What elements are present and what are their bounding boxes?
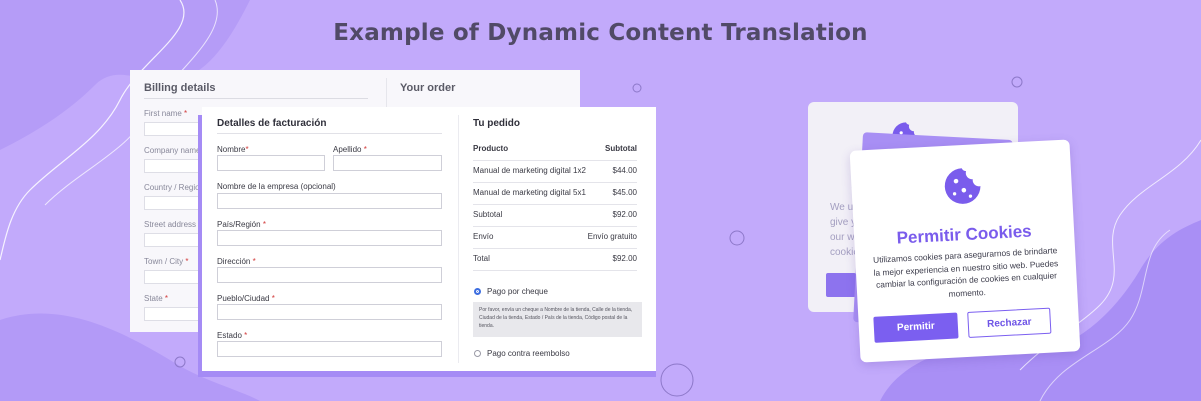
pais-input[interactable] [217, 230, 442, 246]
field-label: Nombre de la empresa (opcional) [217, 182, 336, 191]
table-row: Manual de marketing digital 1x2 $44.00 [473, 160, 637, 183]
order-heading: Tu pedido [473, 118, 521, 129]
banner: Example of Dynamic Content Translation B… [0, 0, 1201, 401]
allow-cookies-button[interactable]: Permitir [873, 312, 959, 343]
order-heading: Your order [400, 82, 456, 94]
row-value: $45.00 [612, 188, 637, 197]
field-label: Town / City * [144, 257, 189, 266]
small-ring [632, 83, 642, 93]
table-row: Subtotal $92.00 [473, 204, 637, 227]
row-value: $92.00 [612, 254, 637, 263]
row-value: $44.00 [612, 166, 637, 175]
estado-input[interactable] [217, 341, 442, 357]
field-label: Nombre* [217, 145, 249, 154]
cheque-label: Pago por cheque [487, 287, 548, 296]
row-value: $92.00 [612, 210, 637, 219]
field-label: Dirección * [217, 257, 256, 266]
row-label: Manual de marketing digital 1x2 [473, 166, 586, 175]
small-ring [729, 230, 745, 246]
town-input[interactable] [144, 270, 206, 284]
small-ring [174, 356, 186, 368]
pueblo-input[interactable] [217, 304, 442, 320]
company-input[interactable] [144, 159, 206, 173]
row-value: Envío gratuito [587, 232, 637, 241]
cod-radio[interactable] [474, 350, 481, 357]
field-label: Country / Region [144, 183, 205, 192]
reject-cookies-button[interactable]: Rechazar [967, 307, 1052, 338]
field-label: Pueblo/Ciudad * [217, 294, 275, 303]
cookie-description: Utilizamos cookies para asegurarnos de b… [872, 245, 1059, 299]
billing-heading: Billing details [144, 82, 216, 94]
column-header-product: Producto [473, 144, 509, 153]
country-input[interactable] [144, 196, 206, 210]
table-row: Total $92.00 [473, 248, 637, 271]
column-header-subtotal: Subtotal [605, 144, 637, 153]
field-label: State * [144, 294, 169, 303]
column-divider [458, 115, 459, 363]
cod-label: Pago contra reembolso [487, 349, 570, 358]
cheque-radio[interactable] [474, 288, 481, 295]
divider [217, 133, 442, 134]
row-label: Subtotal [473, 210, 503, 219]
accept-button[interactable] [826, 273, 856, 297]
field-label: Apellido * [333, 145, 367, 154]
row-label: Total [473, 254, 490, 263]
row-label: Manual de marketing digital 5x1 [473, 188, 586, 197]
divider [144, 98, 368, 99]
table-row: Envío Envío gratuito [473, 226, 637, 249]
field-label: First name * [144, 109, 188, 118]
empresa-input[interactable] [217, 193, 442, 209]
row-label: Envío [473, 232, 494, 241]
field-label: Street address * [144, 220, 201, 229]
state-input[interactable] [144, 307, 206, 321]
apellido-input[interactable] [333, 155, 442, 171]
table-row: Manual de marketing digital 5x1 $45.00 [473, 182, 637, 205]
order-table-header: Producto Subtotal [473, 138, 637, 161]
cookie-icon [944, 168, 981, 204]
field-label: País/Región * [217, 220, 266, 229]
spanish-checkout-card: Detalles de facturación Tu pedido Nombre… [202, 107, 656, 371]
page-title: Example of Dynamic Content Translation [333, 20, 868, 46]
direccion-input[interactable] [217, 267, 442, 283]
cheque-instructions: Por favor, envía un cheque a Nombre de l… [473, 302, 642, 337]
spanish-cookie-card: Permitir Cookies Utilizamos cookies para… [849, 139, 1081, 363]
large-ring [660, 363, 694, 397]
field-label: Estado * [217, 331, 248, 340]
first-name-input[interactable] [144, 122, 206, 136]
small-ring [1011, 76, 1023, 88]
nombre-input[interactable] [217, 155, 325, 171]
street-input[interactable] [144, 233, 206, 247]
billing-heading: Detalles de facturación [217, 118, 327, 129]
